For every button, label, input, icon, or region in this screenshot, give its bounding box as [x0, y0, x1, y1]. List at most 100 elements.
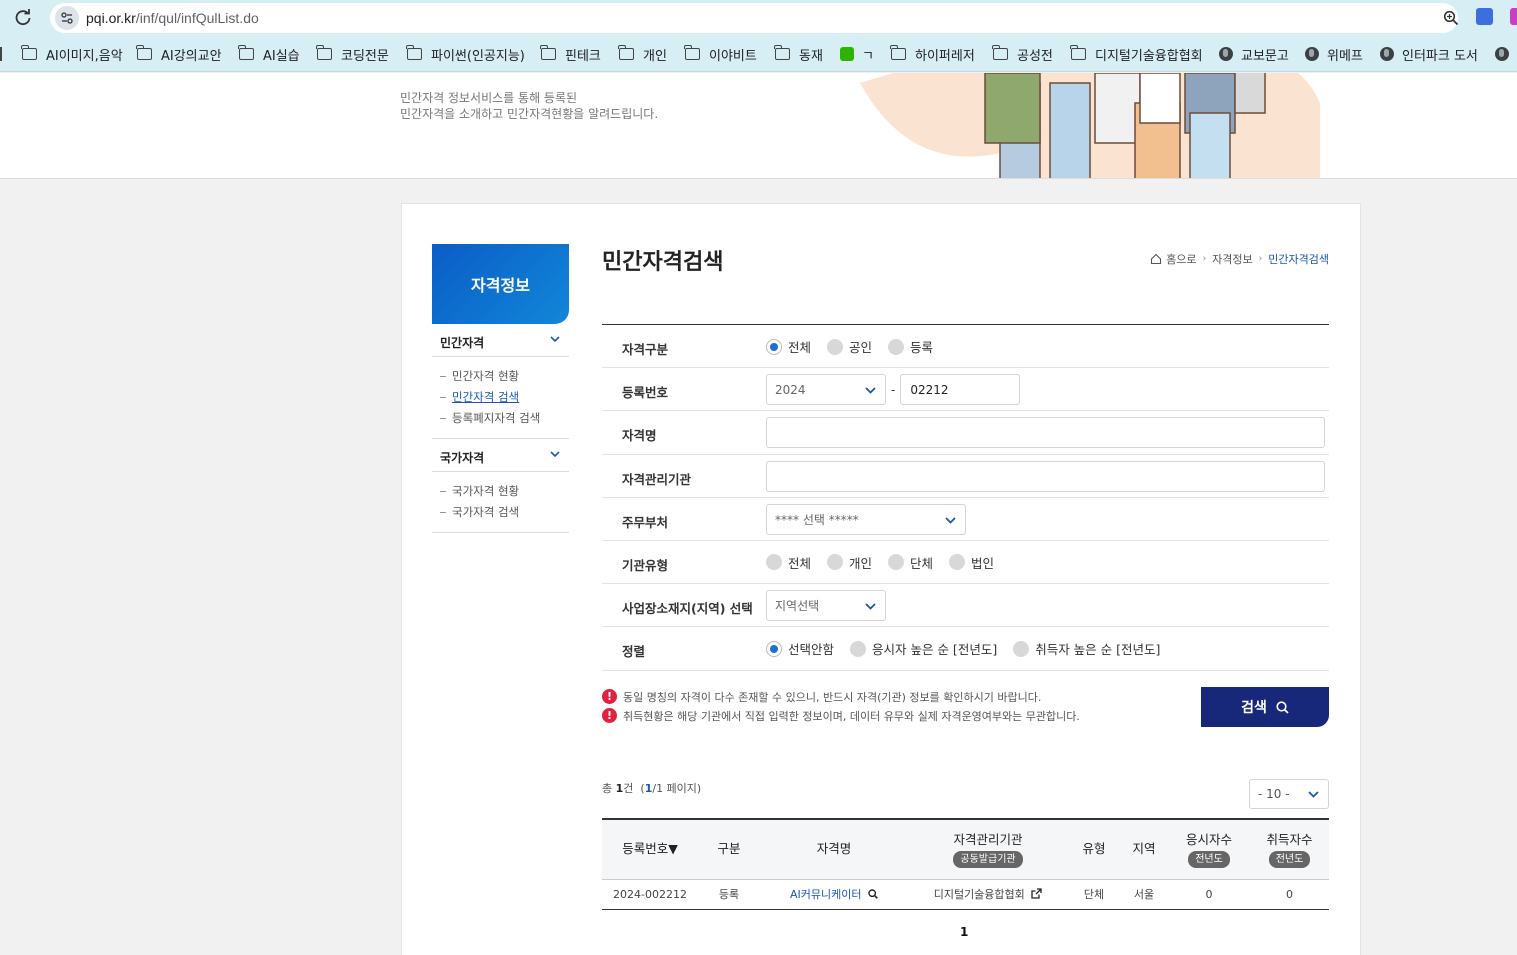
radio-sort-none[interactable]: 선택안함 [766, 639, 834, 658]
organization-input[interactable] [766, 460, 1325, 492]
radio-orgtype-individual[interactable]: 개인 [827, 553, 872, 572]
bookmark-item[interactable]: 파이썬(인공지능) [406, 45, 525, 64]
organization-link[interactable]: 디지털기술융합협회 [934, 888, 1025, 901]
bookmark-item[interactable]: 동재 [774, 45, 823, 64]
col-regno[interactable]: 등록번호▼ [602, 818, 698, 880]
col-type: 구분 [698, 818, 760, 880]
form-row-org: 자격관리기관 [602, 455, 1329, 498]
radio-orgtype-group[interactable]: 단체 [888, 553, 933, 572]
folder-icon [774, 45, 790, 60]
region-select[interactable]: 지역선택 [766, 590, 886, 622]
folder-icon [21, 45, 37, 60]
form-label: 사업장소재지(지역) 선택 [622, 601, 753, 617]
url-text: pqi.or.kr/inf/qul/infQulList.do [86, 10, 259, 26]
search-icon[interactable] [868, 889, 878, 899]
per-page-select[interactable]: - 10 - [1249, 779, 1329, 809]
radio-sort-acquirers[interactable]: 취득자 높은 순 [전년도] [1013, 639, 1160, 658]
nav-section-national[interactable]: 국가자격 [432, 439, 569, 472]
regno-year-select[interactable]: 2024 [766, 374, 886, 406]
radio-type-all[interactable]: 전체 [766, 337, 811, 356]
pagination-page[interactable]: 1 [960, 925, 968, 939]
nav-item-national-status[interactable]: 국가자격 현황 [440, 481, 569, 502]
form-label: 주무부처 [622, 514, 669, 530]
nav-item-private-status[interactable]: 민간자격 현황 [440, 366, 569, 387]
bookmark-item[interactable] [1495, 45, 1517, 63]
extension-icon[interactable] [1476, 8, 1493, 25]
cell-org[interactable]: 디지털기술융합협회 [908, 879, 1068, 910]
radio-sort-applicants[interactable]: 응시자 높은 순 [전년도] [850, 639, 997, 658]
breadcrumb-separator: › [1202, 254, 1207, 264]
banner-desc-line: 민간자격을 소개하고 민간자격현황을 알려드립니다. [400, 107, 659, 121]
zoom-icon[interactable] [1443, 10, 1459, 26]
form-row-type: 자격구분 전체 공인 등록 [602, 325, 1329, 369]
form-row-regno: 등록번호 2024 - 02212 [602, 368, 1329, 412]
cell-region: 서울 [1120, 879, 1168, 910]
nav-section-label: 민간자격 [440, 336, 485, 350]
bookmark-item[interactable]: 하이퍼레저 [890, 45, 975, 64]
ministry-select[interactable]: **** 선택 ***** [766, 503, 966, 535]
bookmark-item[interactable]: ㄱ [840, 45, 874, 64]
nav-section-private[interactable]: 민간자격 [432, 324, 569, 357]
folder-icon [992, 45, 1008, 60]
qualification-name-input[interactable] [766, 417, 1325, 449]
nav-section-label: 국가자격 [440, 451, 485, 465]
cell-acquirers: 0 [1250, 879, 1329, 910]
bookmark-item[interactable]: 공성전 [992, 45, 1053, 64]
folder-icon [890, 45, 906, 60]
folder-icon [406, 45, 422, 60]
form-label: 자격관리기관 [622, 471, 692, 487]
address-bar[interactable]: pqi.or.kr/inf/qul/infQulList.do [50, 3, 1493, 33]
col-applicants: 응시자수 전년도 [1168, 818, 1250, 880]
bookmark-item[interactable]: 개인 [618, 45, 667, 64]
search-button[interactable]: 검색 [1201, 687, 1329, 727]
breadcrumb-item[interactable]: 자격정보 [1212, 251, 1252, 267]
regno-number-input[interactable]: 02212 [900, 374, 1021, 406]
extension-icon[interactable] [1510, 8, 1517, 25]
nav-item-national-search[interactable]: 국가자격 검색 [440, 502, 569, 523]
page-banner: 민간자격 정보서비스를 통해 등록된 민간자격을 소개하고 민간자격현황을 알려… [0, 73, 1517, 179]
chevron-down-icon [1308, 791, 1319, 798]
bookmark-item[interactable]: AI강의교안 [136, 45, 222, 64]
globe-icon [1305, 47, 1319, 61]
chevron-down-icon [865, 387, 876, 394]
nav-item-private-search[interactable]: 민간자격 검색 [440, 387, 569, 408]
nav-item-revoked-search[interactable]: 등록폐지자격 검색 [440, 408, 569, 429]
cell-name[interactable]: AI커뮤니케이터 [760, 879, 908, 910]
cell-regno: 2024-002212 [602, 879, 698, 910]
notice-list: ! 동일 명칭의 자격이 다수 존재할 수 있으니, 반드시 자격(기관) 정보를… [602, 687, 1080, 725]
radio-type-certified[interactable]: 공인 [827, 337, 872, 356]
reload-icon[interactable] [13, 8, 33, 28]
home-icon[interactable] [1150, 253, 1162, 265]
chevron-down-icon [550, 336, 560, 343]
radio-type-registered[interactable]: 등록 [888, 337, 933, 356]
bookmark-item[interactable]: 위메프 [1305, 45, 1363, 64]
folder-icon [618, 45, 634, 60]
bookmark-item[interactable]: 이야비트 [684, 45, 757, 64]
radio-orgtype-all[interactable]: 전체 [766, 553, 811, 572]
notice-item: ! 취득현황은 해당 기관에서 직접 입력한 정보이며, 데이터 유무와 실제 자… [602, 706, 1080, 725]
bookmark-overflow[interactable] [0, 45, 2, 63]
external-link-icon[interactable] [1031, 888, 1042, 899]
breadcrumb: 홈으로 › 자격정보 › 민간자격검색 [1150, 251, 1329, 267]
form-label: 등록번호 [622, 385, 669, 401]
search-icon [1276, 700, 1289, 714]
form-label: 정렬 [622, 644, 646, 660]
bookmark-item[interactable]: 교보문고 [1219, 45, 1289, 64]
banner-illustration [860, 73, 1320, 178]
radio-orgtype-corporation[interactable]: 법인 [949, 553, 994, 572]
form-label: 자격구분 [622, 342, 669, 357]
breadcrumb-separator: › [1258, 254, 1263, 264]
nav-submenu-national: 국가자격 현황 국가자격 검색 [432, 472, 569, 533]
folder-icon [238, 45, 254, 60]
qualification-link[interactable]: AI커뮤니케이터 [790, 888, 862, 901]
bookmark-item[interactable]: AI이미지,음악 [21, 45, 123, 64]
bookmark-item[interactable]: AI실습 [238, 45, 300, 64]
bookmark-item[interactable]: 코딩전문 [316, 45, 389, 64]
bookmark-item[interactable]: 핀테크 [540, 45, 601, 64]
col-orgtype: 유형 [1068, 818, 1120, 880]
breadcrumb-home[interactable]: 홈으로 [1166, 251, 1196, 267]
bookmark-item[interactable]: 디지털기술융합협회 [1070, 45, 1203, 64]
regno-dash: - [891, 382, 896, 397]
bookmark-item[interactable]: 인터파크 도서 [1380, 45, 1478, 64]
site-info-icon[interactable] [55, 6, 79, 30]
